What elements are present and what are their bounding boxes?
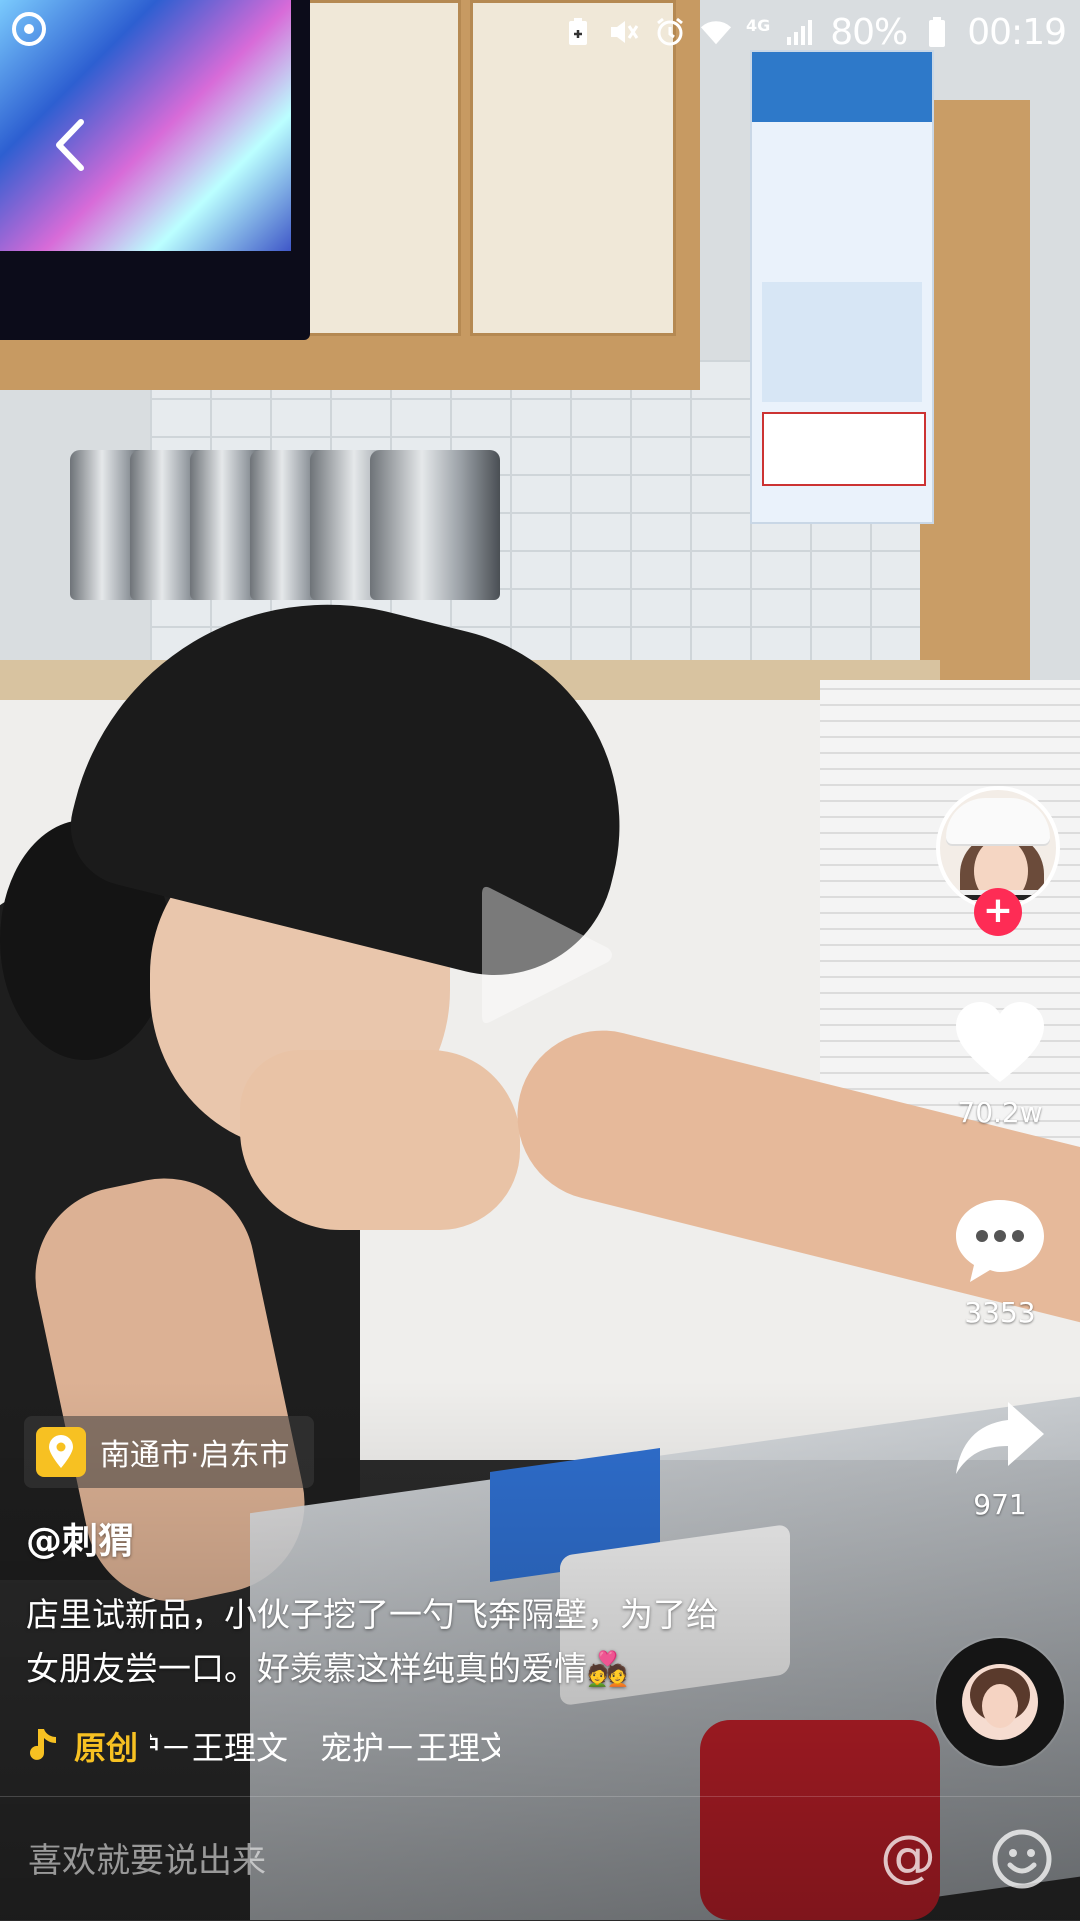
- status-right: 4G 80% 00:19: [562, 8, 1067, 56]
- video-poster-sign: [762, 412, 926, 486]
- follow-button[interactable]: +: [974, 888, 1022, 936]
- comment-input[interactable]: [26, 1835, 730, 1887]
- location-label: 南通市·启东市: [100, 1438, 290, 1473]
- app-indicator-icon: [12, 12, 46, 46]
- wifi-icon: [700, 16, 732, 48]
- music-original-label: 原创: [74, 1729, 139, 1767]
- mention-button[interactable]: @: [876, 1827, 940, 1891]
- play-icon: [482, 886, 612, 1024]
- video-urn: [370, 450, 500, 600]
- video-urns: [70, 450, 530, 610]
- comment-button[interactable]: 3353: [940, 1196, 1060, 1329]
- share-count: 971: [973, 1488, 1027, 1521]
- author-avatar-group[interactable]: +: [936, 786, 1060, 936]
- battery-icon: [921, 16, 953, 48]
- status-bar: 4G 80% 00:19: [0, 0, 1080, 64]
- video-poster-panel: [762, 282, 922, 402]
- signal-icon: [784, 16, 816, 48]
- caption-line: 女朋友尝一口。好羡慕这样纯真的爱情💑: [26, 1649, 629, 1688]
- video-poster: [750, 50, 934, 524]
- like-button[interactable]: 70.2w: [940, 1000, 1060, 1129]
- mute-icon: [608, 16, 640, 48]
- music-disc-button[interactable]: [936, 1638, 1064, 1766]
- network-type: 4G: [745, 15, 771, 35]
- music-track-title: 护－王理文 宠护－王理文: [150, 1729, 501, 1767]
- battery-saver-icon: [562, 16, 594, 48]
- disc-cover-face: [982, 1684, 1018, 1728]
- location-pin-icon: [36, 1427, 86, 1477]
- comment-bar: @: [0, 1796, 1080, 1921]
- music-note-icon: [26, 1726, 60, 1766]
- music-disc-cover: [962, 1664, 1038, 1740]
- play-button[interactable]: [460, 870, 630, 1040]
- music-row[interactable]: 原创 护－王理文 宠护－王理文: [26, 1718, 500, 1774]
- caption-line: 店里试新品，小伙子挖了一勺飞奔隔壁，为了给: [26, 1595, 719, 1634]
- clock: 00:19: [967, 11, 1067, 53]
- heart-icon: [956, 1002, 1044, 1082]
- location-chip[interactable]: 南通市·启东市: [24, 1416, 314, 1488]
- share-button[interactable]: 971: [940, 1398, 1060, 1521]
- back-button[interactable]: [40, 110, 100, 180]
- emoji-icon: [992, 1829, 1052, 1889]
- like-count: 70.2w: [957, 1096, 1043, 1129]
- video-caption: 店里试新品，小伙子挖了一勺飞奔隔壁，为了给 女朋友尝一口。好羡慕这样纯真的爱情💑: [26, 1588, 846, 1696]
- emoji-button[interactable]: [990, 1827, 1054, 1891]
- avatar-cap: [946, 798, 1050, 844]
- comment-icon: [956, 1200, 1044, 1282]
- battery-percent: 80%: [830, 11, 908, 53]
- video-hands: [240, 1050, 520, 1230]
- author-name[interactable]: @刺猬: [26, 1512, 134, 1564]
- comment-count: 3353: [964, 1296, 1036, 1329]
- video-cabinet-side: [920, 100, 1030, 680]
- alarm-icon: [654, 16, 686, 48]
- back-icon: [56, 119, 84, 171]
- share-icon: [956, 1402, 1044, 1474]
- music-marquee: 护－王理文 宠护－王理文: [150, 1723, 500, 1769]
